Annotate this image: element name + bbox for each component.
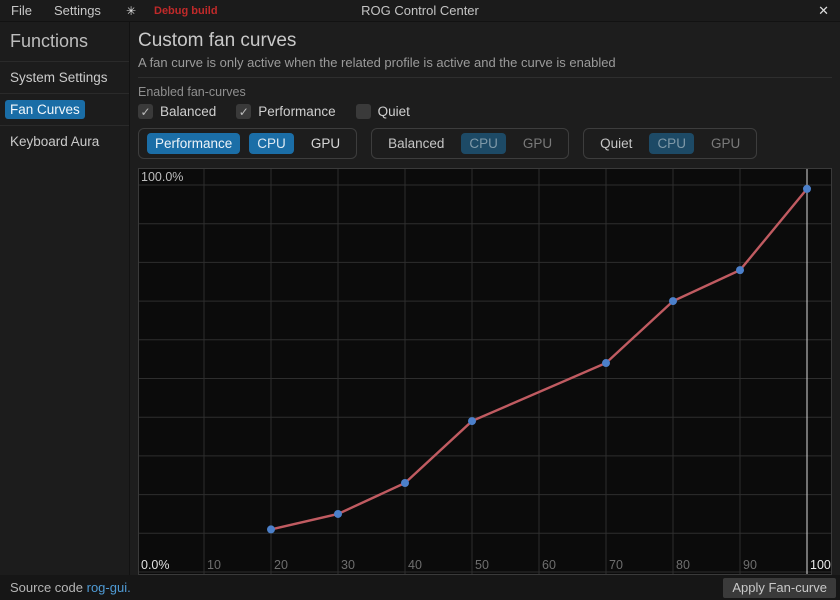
sidebar-item-label: Keyboard Aura — [5, 132, 104, 151]
fan-curve-point — [803, 185, 811, 193]
tab-balanced-gpu[interactable]: GPU — [515, 133, 560, 154]
tab-group-balanced: Balanced CPU GPU — [371, 128, 569, 159]
svg-text:30: 30 — [341, 558, 355, 572]
source-code-link[interactable]: rog-gui. — [87, 580, 131, 595]
main-panel: Custom fan curves A fan curve is only ac… — [130, 22, 840, 575]
fan-curve-point — [267, 525, 275, 533]
checkbox-performance[interactable]: ✓ Performance — [236, 104, 335, 119]
enabled-fan-curves-label: Enabled fan-curves — [138, 85, 832, 99]
checkbox-label: Balanced — [160, 104, 216, 119]
svg-text:100: 100 — [810, 558, 831, 572]
fan-curve-chart[interactable]: 10 20 30 40 50 60 70 80 90 100 0.0% 100.0% — [138, 168, 832, 575]
checkbox-icon: ✓ — [356, 104, 371, 119]
fan-curve-point — [669, 297, 677, 305]
checkbox-icon: ✓ — [138, 104, 153, 119]
svg-text:80: 80 — [676, 558, 690, 572]
svg-text:40: 40 — [408, 558, 422, 572]
sidebar-item-label: System Settings — [5, 68, 113, 87]
source-code-text: Source code rog-gui. — [10, 580, 131, 595]
fan-curve-plot[interactable]: 10 20 30 40 50 60 70 80 90 100 0.0% 100.0% — [139, 169, 831, 574]
checkbox-label: Quiet — [378, 104, 410, 119]
titlebar: File Settings ✳ Debug build ROG Control … — [0, 0, 840, 22]
close-icon[interactable]: ✕ — [818, 3, 829, 19]
sidebar-item-fan-curves[interactable]: Fan Curves — [0, 93, 129, 125]
checkbox-icon: ✓ — [236, 104, 251, 119]
svg-text:0.0%: 0.0% — [141, 558, 170, 572]
footer-bar: Source code rog-gui. Apply Fan-curve — [0, 575, 840, 600]
sidebar-item-keyboard-aura[interactable]: Keyboard Aura — [0, 125, 129, 157]
apply-fan-curve-button[interactable]: Apply Fan-curve — [723, 578, 836, 598]
debug-build-badge: Debug build — [154, 5, 218, 17]
menu-file[interactable]: File — [0, 3, 43, 18]
sidebar-item-system-settings[interactable]: System Settings — [0, 61, 129, 93]
fan-curve-point — [602, 359, 610, 367]
page-subtitle: A fan curve is only active when the rela… — [138, 55, 832, 70]
tab-group-performance: Performance CPU GPU — [138, 128, 357, 159]
sun-icon[interactable]: ✳ — [126, 4, 136, 18]
enabled-curves-row: ✓ Balanced ✓ Performance ✓ Quiet — [138, 104, 832, 119]
fan-curve-point — [468, 417, 476, 425]
fan-curve-point — [334, 510, 342, 518]
svg-text:10: 10 — [207, 558, 221, 572]
svg-text:100.0%: 100.0% — [141, 170, 183, 184]
svg-text:50: 50 — [475, 558, 489, 572]
svg-text:90: 90 — [743, 558, 757, 572]
tab-balanced[interactable]: Balanced — [380, 133, 452, 154]
page-title: Custom fan curves — [138, 30, 832, 52]
sidebar: Functions System Settings Fan Curves Key… — [0, 22, 130, 575]
tab-quiet-gpu[interactable]: GPU — [703, 133, 748, 154]
tab-group-quiet: Quiet CPU GPU — [583, 128, 757, 159]
fan-curve-point — [736, 266, 744, 274]
menu-settings[interactable]: Settings — [43, 3, 112, 18]
svg-text:20: 20 — [274, 558, 288, 572]
sidebar-item-label: Fan Curves — [5, 100, 85, 119]
checkbox-label: Performance — [258, 104, 335, 119]
tab-performance-gpu[interactable]: GPU — [303, 133, 348, 154]
tab-quiet[interactable]: Quiet — [592, 133, 640, 154]
profile-tab-row: Performance CPU GPU Balanced CPU GPU Qui… — [138, 128, 832, 159]
svg-text:70: 70 — [609, 558, 623, 572]
tab-performance-cpu[interactable]: CPU — [249, 133, 294, 154]
checkbox-quiet[interactable]: ✓ Quiet — [356, 104, 410, 119]
fan-curve-point — [401, 479, 409, 487]
tab-quiet-cpu[interactable]: CPU — [649, 133, 694, 154]
svg-text:60: 60 — [542, 558, 556, 572]
divider — [138, 77, 832, 78]
tab-performance[interactable]: Performance — [147, 133, 240, 154]
sidebar-header: Functions — [0, 22, 129, 61]
tab-balanced-cpu[interactable]: CPU — [461, 133, 506, 154]
checkbox-balanced[interactable]: ✓ Balanced — [138, 104, 216, 119]
source-label: Source code — [10, 580, 83, 595]
